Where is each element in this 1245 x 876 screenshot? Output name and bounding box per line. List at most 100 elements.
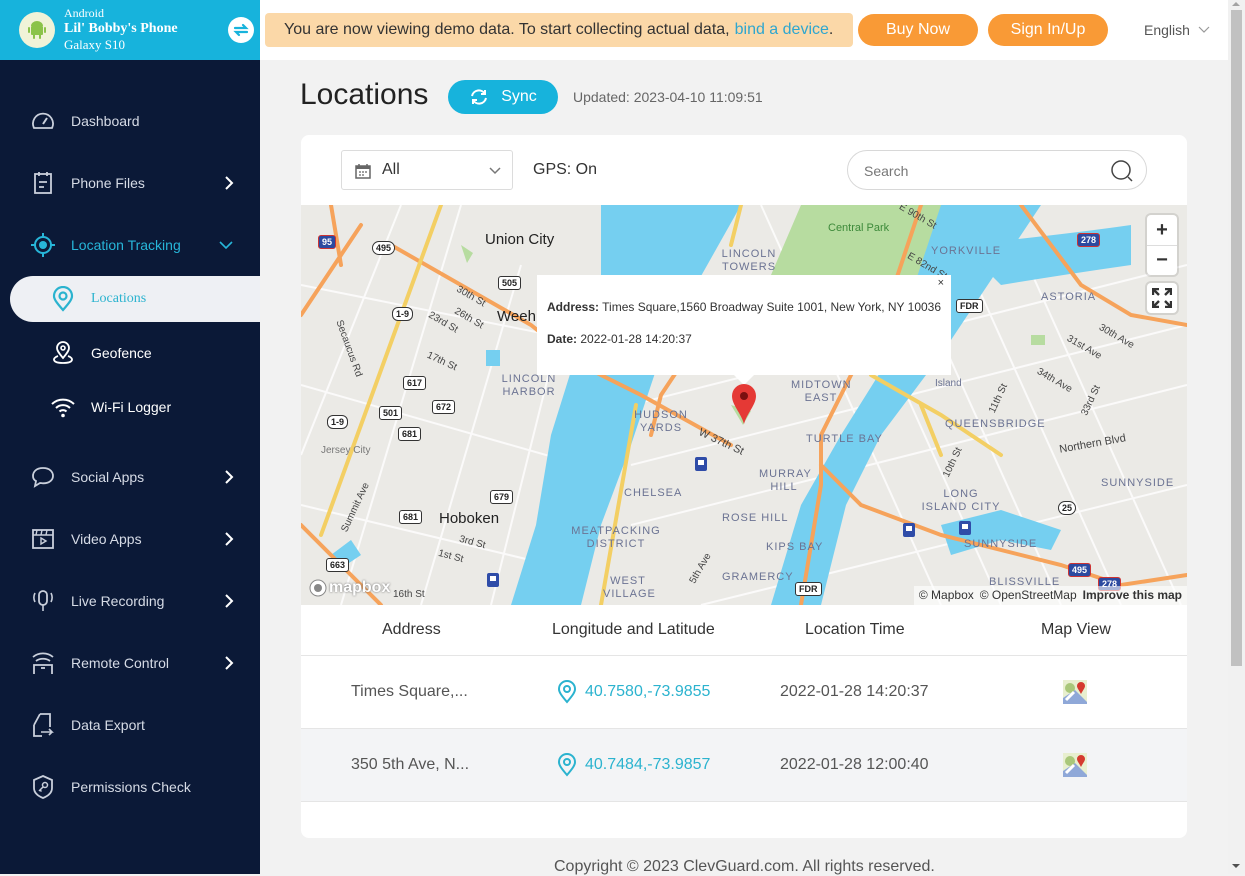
highway-shield: 505 [498,276,522,290]
sidebar-item-live-recording[interactable]: Live Recording [0,579,260,623]
map-label-meatpacking: MEATPACKING DISTRICT [571,525,661,550]
map-label-lincoln-harbor: LINCOLN HARBOR [501,373,557,398]
page-title: Locations [300,78,429,111]
sign-in-button[interactable]: Sign In/Up [988,14,1108,46]
table-row[interactable]: Times Square,... 40.7580,-73.9855 2022-0… [301,656,1187,729]
sidebar-item-locations[interactable]: Locations [10,276,260,322]
location-pin-icon [557,753,577,777]
map-label-west-village: WEST VILLAGE [603,575,656,600]
highway-shield: 278 [1077,233,1101,247]
popup-close-button[interactable]: × [938,277,944,289]
scroll-down-arrow-icon[interactable] [1232,864,1240,868]
sidebar-item-geofence[interactable]: Geofence [10,330,260,376]
table-row[interactable]: 350 5th Ave, N... 40.7484,-73.9857 2022-… [301,729,1187,802]
highway-shield: 663 [326,558,350,572]
sidebar-item-label: Remote Control [71,655,170,671]
mapbox-logo[interactable]: mapbox [309,579,390,597]
cell-map-view[interactable] [1063,729,1087,801]
map-attribution: © Mapbox © OpenStreetMap Improve this ma… [913,586,1187,605]
mapbox-logo-text: mapbox [329,579,391,596]
highway-shield: 95 [318,235,337,249]
banner-text: You are now viewing demo data. To start … [284,21,730,38]
google-maps-icon [1063,753,1087,777]
map-label-astoria: ASTORIA [1041,291,1097,303]
search-input[interactable] [864,160,1104,182]
sidebar-item-permissions-check[interactable]: Permissions Check [0,765,260,809]
mapbox-attribution-link[interactable]: © Mapbox [919,588,974,603]
osm-attribution-link[interactable]: © OpenStreetMap [980,588,1077,603]
sync-button[interactable]: Sync [448,80,558,114]
map-view[interactable]: Union City Weeh Hoboken Jersey City Cent… [301,205,1187,605]
map-label-hudson-yards: HUDSON YARDS [634,409,688,434]
map-label-chelsea: CHELSEA [624,487,683,499]
scrollbar-thumb[interactable] [1231,10,1242,666]
sidebar-item-remote-control[interactable]: Remote Control [0,641,260,685]
map-label-sunnyside: SUNNYSIDE [1101,477,1175,489]
map-label-queensbridge: QUEENSBRIDGE [945,418,1046,430]
language-label: English [1144,22,1190,38]
sidebar-item-label: Data Export [71,717,145,733]
map-marker-icon[interactable] [731,383,757,425]
highway-shield: 1-9 [392,307,414,321]
android-icon [28,21,46,39]
improve-map-link[interactable]: Improve this map [1083,588,1182,603]
sidebar-item-wifi-logger[interactable]: Wi-Fi Logger [10,384,260,430]
map-label-rose-hill: ROSE HILL [722,512,789,524]
demo-banner: You are now viewing demo data. To start … [265,13,853,47]
fullscreen-button[interactable] [1147,283,1177,313]
sidebar-item-phone-files[interactable]: Phone Files [0,161,260,205]
highway-shield: 672 [432,400,456,414]
chevron-down-icon [1198,26,1210,33]
language-select[interactable]: English [1144,22,1210,38]
column-header-time: Location Time [805,621,905,638]
highway-shield: FDR [956,299,983,313]
sidebar-item-location-tracking[interactable]: Location Tracking [0,223,260,267]
cell-map-view[interactable] [1063,656,1087,728]
sidebar-item-label: Locations [91,291,147,306]
android-avatar [19,12,55,48]
map-label-midtown-east: MIDTOWN EAST [791,379,852,404]
chevron-right-icon [222,470,236,484]
scroll-up-arrow-icon[interactable] [1232,2,1240,6]
map-label-16th-st: 16th St [393,589,425,600]
bind-device-link[interactable]: bind a device [735,21,829,39]
highway-shield: 681 [398,427,422,441]
chevron-right-icon [222,656,236,670]
chevron-right-icon [222,176,236,190]
sidebar-item-social-apps[interactable]: Social Apps [0,455,260,499]
cell-coords[interactable]: 40.7484,-73.9857 [557,729,710,801]
map-zoom-control: + − [1147,215,1177,275]
switch-device-button[interactable] [228,17,254,43]
map-label-long-island-city: LONG ISLAND CITY [921,488,1001,513]
column-header-address: Address [382,621,441,638]
highway-shield: 495 [1068,563,1092,577]
location-tracking-icon [30,232,56,258]
sidebar-item-label: Location Tracking [71,237,181,253]
popup-address-value: Times Square,1560 Broadway Suite 1001, N… [602,300,942,314]
cell-coords[interactable]: 40.7580,-73.9855 [557,656,710,728]
geofence-icon [50,340,76,366]
page-scrollbar[interactable] [1228,0,1245,874]
popup-date-value: 2022-01-28 14:20:37 [580,332,692,346]
locations-card: All GPS: On Search Union City Weeh Hobok… [301,135,1187,838]
fullscreen-icon [1152,288,1172,308]
search-icon[interactable] [1110,159,1134,183]
coords-value: 40.7484,-73.9857 [585,756,711,773]
sidebar-item-dashboard[interactable]: Dashboard [0,99,260,143]
zoom-in-button[interactable]: + [1147,215,1177,245]
date-filter-select[interactable]: All [341,150,513,190]
sidebar-item-label: Social Apps [71,469,145,485]
map-label-roosevelt-island: Island [935,378,962,389]
zoom-out-button[interactable]: − [1147,245,1177,275]
sidebar-item-video-apps[interactable]: Video Apps [0,517,260,561]
shield-key-icon [30,774,56,800]
column-header-coords: Longitude and Latitude [552,621,715,638]
map-label-hoboken: Hoboken [439,510,500,527]
map-label-kips-bay: KIPS BAY [766,541,824,553]
buy-now-button[interactable]: Buy Now [858,14,978,46]
sidebar-item-data-export[interactable]: Data Export [0,703,260,747]
chevron-right-icon [222,594,236,608]
sidebar-item-label: Permissions Check [71,779,191,795]
device-name: Lil' Bobby's Phone [64,21,178,36]
google-maps-icon [1063,680,1087,704]
